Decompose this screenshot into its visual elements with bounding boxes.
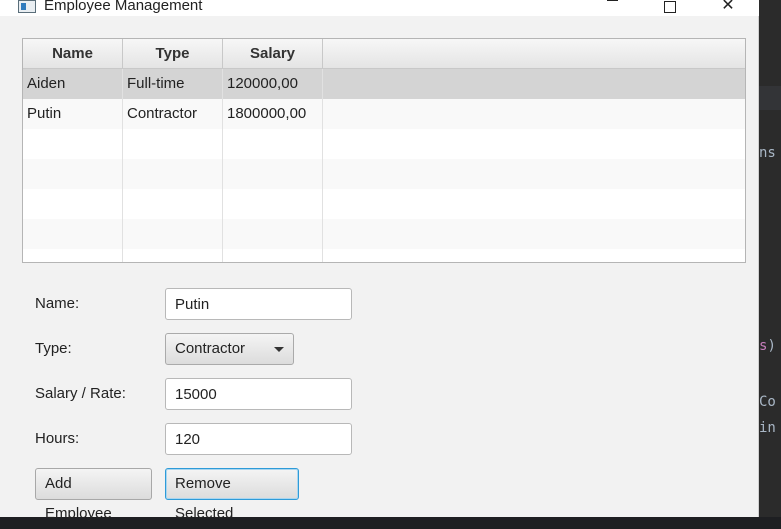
app-icon	[18, 0, 36, 13]
empty-cell	[223, 129, 323, 159]
editor-text-fragment: )	[767, 338, 776, 354]
empty-cell	[23, 219, 123, 249]
empty-row	[23, 159, 745, 189]
editor-text-fragment: s)	[759, 338, 776, 354]
name-label: Name:	[35, 295, 80, 312]
empty-cell	[23, 189, 123, 219]
type-label: Type:	[35, 340, 72, 357]
empty-cell	[223, 159, 323, 189]
cell-filler	[323, 69, 745, 99]
cell-filler	[323, 99, 745, 129]
minimize-icon	[606, 0, 618, 2]
empty-cell	[23, 159, 123, 189]
empty-cell	[323, 129, 745, 159]
column-header-salary[interactable]: Salary	[223, 39, 323, 68]
employee-table[interactable]: Name Type Salary Aiden Full-time 120000,…	[22, 38, 746, 263]
empty-cell	[123, 219, 223, 249]
empty-cell	[123, 129, 223, 159]
empty-cell	[323, 159, 745, 189]
cell-salary: 120000,00	[223, 69, 323, 99]
empty-cell	[323, 249, 745, 262]
editor-text-fragment: Co	[759, 394, 776, 410]
empty-cell	[223, 189, 323, 219]
type-dropdown-value: Contractor	[175, 340, 246, 357]
column-header-type[interactable]: Type	[123, 39, 223, 68]
empty-cell	[23, 129, 123, 159]
empty-cell	[23, 249, 123, 262]
cell-name: Aiden	[23, 69, 123, 99]
editor-text-fragment: in	[759, 420, 776, 436]
minimize-button[interactable]	[592, 0, 632, 16]
close-icon: ✕	[721, 0, 735, 14]
column-header-filler	[323, 39, 745, 68]
add-employee-button[interactable]: Add Employee	[35, 468, 152, 522]
maximize-icon	[664, 1, 676, 13]
empty-cell	[123, 189, 223, 219]
empty-cell	[223, 219, 323, 249]
empty-row	[23, 189, 745, 219]
title-bar: Employee Management ✕	[0, 0, 759, 16]
cell-salary: 1800000,00	[223, 99, 323, 129]
cell-type: Full-time	[123, 69, 223, 99]
salary-rate-field[interactable]	[165, 378, 352, 410]
empty-cell	[323, 219, 745, 249]
column-header-name[interactable]: Name	[23, 39, 123, 68]
table-row[interactable]: Putin Contractor 1800000,00	[23, 99, 745, 129]
empty-row	[23, 249, 745, 262]
close-button[interactable]: ✕	[708, 0, 748, 16]
chevron-down-icon	[274, 347, 284, 352]
hours-field[interactable]	[165, 423, 352, 455]
empty-cell	[123, 159, 223, 189]
editor-highlight-band	[759, 86, 781, 110]
empty-row	[23, 129, 745, 159]
hours-label: Hours:	[35, 430, 80, 447]
empty-row	[23, 219, 745, 249]
cell-name: Putin	[23, 99, 123, 129]
employee-management-window: Employee Management ✕ Name Type Salary A…	[0, 0, 759, 522]
table-row[interactable]: Aiden Full-time 120000,00	[23, 69, 745, 99]
salary-rate-label: Salary / Rate:	[35, 385, 126, 402]
name-field[interactable]	[165, 288, 352, 320]
empty-cell	[223, 249, 323, 262]
background-editor: ns s) Co in	[759, 0, 781, 517]
cell-type: Contractor	[123, 99, 223, 129]
type-dropdown[interactable]: Contractor	[165, 333, 294, 365]
table-header: Name Type Salary	[23, 39, 745, 69]
remove-selected-button[interactable]: Remove Selected	[165, 468, 299, 522]
editor-text-fragment: ns	[759, 145, 776, 161]
maximize-button[interactable]	[650, 0, 690, 16]
empty-cell	[323, 189, 745, 219]
empty-cell	[123, 249, 223, 262]
window-title: Employee Management	[44, 0, 203, 14]
